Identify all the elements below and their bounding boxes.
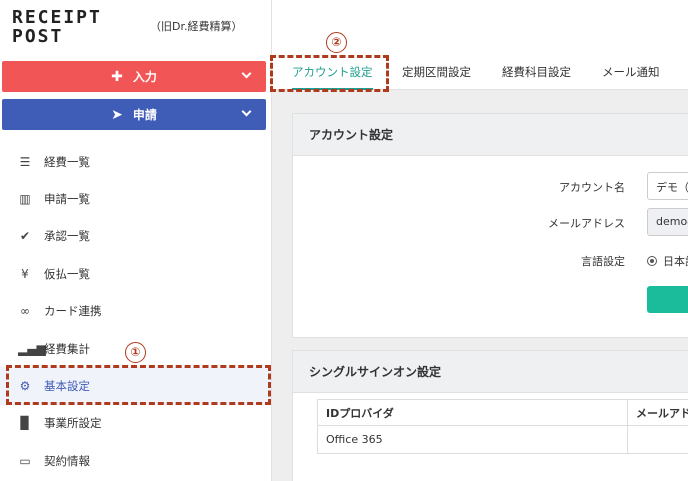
- sidebar-item-expense-list[interactable]: ☰ 経費一覧: [0, 143, 271, 180]
- chevron-down-icon: [241, 106, 252, 117]
- chevron-down-icon: [241, 68, 252, 79]
- sidebar-item-card-link[interactable]: ∞ カード連携: [0, 293, 271, 330]
- sidebar-item-label: 仮払一覧: [44, 266, 90, 281]
- save-button[interactable]: [647, 286, 688, 313]
- mail-cell: [627, 425, 688, 454]
- radio-selected-icon: [647, 256, 657, 266]
- sidebar-item-label: 基本設定: [44, 379, 90, 394]
- column-header-mail: メールアド: [627, 399, 688, 426]
- sso-settings-title: シングルサインオン設定: [293, 351, 688, 393]
- gear-icon: ⚙: [19, 379, 31, 394]
- sidebar-item-application-list[interactable]: ▥ 申請一覧: [0, 180, 271, 217]
- sidebar-item-approval-list[interactable]: ✔ 承認一覧: [0, 218, 271, 255]
- account-settings-title: アカウント設定: [293, 114, 688, 156]
- sidebar: RECEIPT POST （旧Dr.経費精算） ✚ 入力 ➤ 申請 ☰ 経費一覧…: [0, 0, 272, 481]
- language-row: 言語設定 日本語: [293, 246, 688, 276]
- column-header-provider: IDプロバイダ: [317, 399, 628, 426]
- apply-button[interactable]: ➤ 申請: [2, 99, 266, 130]
- table-row: Office 365: [317, 425, 688, 454]
- sidebar-item-label: 経費集計: [44, 341, 90, 356]
- sidebar-item-contract-info[interactable]: ▭ 契約情報: [0, 442, 271, 479]
- link-icon: ∞: [20, 304, 30, 319]
- logo-subtitle: （旧Dr.経費精算）: [150, 20, 243, 33]
- paper-plane-icon: ➤: [111, 106, 123, 123]
- sidebar-item-label: 事業所設定: [44, 416, 102, 431]
- list-icon: ☰: [19, 154, 31, 169]
- email-field[interactable]: demo4: [647, 208, 688, 236]
- credit-card-icon: ▭: [19, 453, 31, 468]
- annotation-marker-2: ②: [326, 32, 347, 53]
- provider-cell: Office 365: [317, 425, 628, 454]
- tab-commuter-settings[interactable]: 定期区間設定: [402, 57, 471, 90]
- sidebar-menu: ☰ 経費一覧 ▥ 申請一覧 ✔ 承認一覧 ¥ 仮払一覧 ∞ カード連携 ▂▄▆ …: [0, 143, 271, 480]
- account-name-label: アカウント名: [559, 181, 625, 194]
- tab-expense-category-settings[interactable]: 経費科目設定: [502, 57, 571, 90]
- sso-table: IDプロバイダ メールアド Office 365: [317, 399, 688, 454]
- sidebar-item-label: 経費一覧: [44, 154, 90, 169]
- sidebar-item-advance-list[interactable]: ¥ 仮払一覧: [0, 255, 271, 292]
- email-label: メールアドレス: [548, 217, 625, 230]
- tab-mail-notification[interactable]: メール通知: [602, 57, 660, 90]
- sidebar-item-label: 申請一覧: [44, 192, 90, 207]
- account-settings-card: アカウント設定 アカウント名 デモ（ メールアドレス demo4 言語設定 日本…: [292, 113, 688, 338]
- tab-account-settings[interactable]: アカウント設定: [292, 57, 373, 90]
- input-button[interactable]: ✚ 入力: [2, 61, 266, 92]
- email-row: メールアドレス demo4: [293, 208, 688, 238]
- sidebar-item-label: 承認一覧: [44, 229, 90, 244]
- table-header-row: IDプロバイダ メールアド: [317, 399, 688, 426]
- account-name-field[interactable]: デモ（: [647, 172, 688, 200]
- check-circle-icon: ✔: [19, 229, 31, 244]
- account-name-row: アカウント名 デモ（: [293, 172, 688, 202]
- sidebar-item-label: カード連携: [44, 304, 102, 319]
- sso-settings-card: シングルサインオン設定 IDプロバイダ メールアド Office 365: [292, 350, 688, 481]
- building-icon: ▉: [20, 416, 30, 431]
- apply-button-label: 申請: [132, 108, 157, 122]
- language-label: 言語設定: [581, 255, 625, 268]
- sidebar-item-office-settings[interactable]: ▉ 事業所設定: [0, 405, 271, 442]
- plus-icon: ✚: [111, 68, 123, 85]
- language-option-label: 日本語: [663, 255, 688, 268]
- language-radio-japanese[interactable]: 日本語: [647, 253, 688, 269]
- main-content: アカウント設定 アカウント名 デモ（ メールアドレス demo4 言語設定 日本…: [272, 90, 688, 481]
- input-button-label: 入力: [132, 70, 157, 84]
- sidebar-item-basic-settings[interactable]: ⚙ 基本設定: [0, 367, 271, 405]
- yen-icon: ¥: [21, 266, 29, 281]
- annotation-marker-1: ①: [125, 342, 146, 363]
- signal-bars-icon: ▂▄▆: [18, 341, 46, 356]
- settings-tabs: アカウント設定 定期区間設定 経費科目設定 メール通知: [272, 57, 688, 90]
- sidebar-item-label: 契約情報: [44, 453, 90, 468]
- logo: RECEIPT POST: [12, 7, 102, 47]
- bar-chart-icon: ▥: [19, 192, 31, 207]
